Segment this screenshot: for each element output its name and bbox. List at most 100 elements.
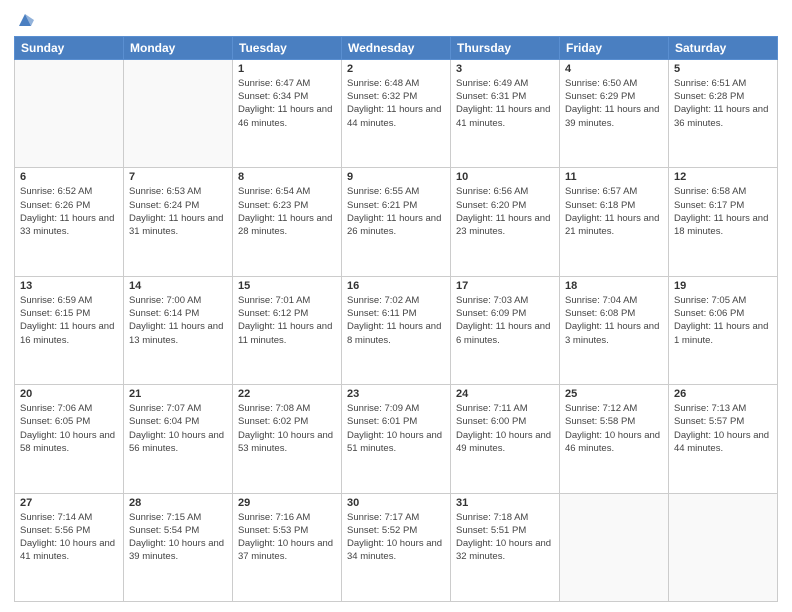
day-number: 31 <box>456 497 554 509</box>
calendar-cell: 12 Sunrise: 6:58 AMSunset: 6:17 PMDayligh… <box>669 168 778 276</box>
calendar-week-3: 13 Sunrise: 6:59 AMSunset: 6:15 PMDayligh… <box>15 276 778 384</box>
col-header-thursday: Thursday <box>451 36 560 59</box>
day-info: Sunrise: 7:18 AMSunset: 5:51 PMDaylight:… <box>456 511 554 564</box>
day-info: Sunrise: 7:05 AMSunset: 6:06 PMDaylight:… <box>674 294 772 347</box>
calendar-cell: 14 Sunrise: 7:00 AMSunset: 6:14 PMDayligh… <box>124 276 233 384</box>
day-number: 29 <box>238 497 336 509</box>
day-info: Sunrise: 6:48 AMSunset: 6:32 PMDaylight:… <box>347 77 445 130</box>
calendar-cell: 5Sunrise: 6:51 AMSunset: 6:28 PMDaylight… <box>669 59 778 167</box>
day-number: 16 <box>347 280 445 292</box>
logo-icon <box>16 11 34 29</box>
calendar-cell: 1 Sunrise: 6:47 AMSunset: 6:34 PMDaylight… <box>233 59 342 167</box>
calendar-cell: 30Sunrise: 7:17 AMSunset: 5:52 PMDayligh… <box>342 493 451 601</box>
calendar-cell: 25 Sunrise: 7:12 AMSunset: 5:58 PMDayligh… <box>560 385 669 493</box>
col-header-friday: Friday <box>560 36 669 59</box>
calendar-cell: 4 Sunrise: 6:50 AMSunset: 6:29 PMDaylight… <box>560 59 669 167</box>
col-header-sunday: Sunday <box>15 36 124 59</box>
col-header-wednesday: Wednesday <box>342 36 451 59</box>
day-info: Sunrise: 7:16 AMSunset: 5:53 PMDaylight:… <box>238 511 336 564</box>
logo <box>14 10 34 28</box>
day-number: 25 <box>565 388 663 400</box>
day-number: 7 <box>129 171 227 183</box>
calendar-cell: 28 Sunrise: 7:15 AMSunset: 5:54 PMDayligh… <box>124 493 233 601</box>
day-number: 20 <box>20 388 118 400</box>
calendar-cell: 20 Sunrise: 7:06 AMSunset: 6:05 PMDayligh… <box>15 385 124 493</box>
calendar-week-4: 20 Sunrise: 7:06 AMSunset: 6:05 PMDayligh… <box>15 385 778 493</box>
day-info: Sunrise: 7:00 AMSunset: 6:14 PMDaylight:… <box>129 294 227 347</box>
calendar-cell: 10 Sunrise: 6:56 AMSunset: 6:20 PMDayligh… <box>451 168 560 276</box>
day-number: 4 <box>565 63 663 75</box>
day-info: Sunrise: 6:52 AMSunset: 6:26 PMDaylight:… <box>20 185 118 238</box>
logo-text <box>14 10 34 30</box>
calendar-cell <box>669 493 778 601</box>
day-number: 3 <box>456 63 554 75</box>
calendar-cell <box>560 493 669 601</box>
day-number: 10 <box>456 171 554 183</box>
day-info: Sunrise: 6:51 AMSunset: 6:28 PMDaylight:… <box>674 77 772 130</box>
calendar-cell: 7 Sunrise: 6:53 AMSunset: 6:24 PMDaylight… <box>124 168 233 276</box>
day-number: 22 <box>238 388 336 400</box>
calendar-cell: 13 Sunrise: 6:59 AMSunset: 6:15 PMDayligh… <box>15 276 124 384</box>
day-info: Sunrise: 7:03 AMSunset: 6:09 PMDaylight:… <box>456 294 554 347</box>
day-info: Sunrise: 7:12 AMSunset: 5:58 PMDaylight:… <box>565 402 663 455</box>
calendar-cell: 21 Sunrise: 7:07 AMSunset: 6:04 PMDayligh… <box>124 385 233 493</box>
calendar-cell: 2 Sunrise: 6:48 AMSunset: 6:32 PMDaylight… <box>342 59 451 167</box>
day-number: 15 <box>238 280 336 292</box>
page: SundayMondayTuesdayWednesdayThursdayFrid… <box>0 0 792 612</box>
day-number: 8 <box>238 171 336 183</box>
calendar-cell: 26 Sunrise: 7:13 AMSunset: 5:57 PMDayligh… <box>669 385 778 493</box>
day-number: 11 <box>565 171 663 183</box>
day-number: 13 <box>20 280 118 292</box>
calendar-cell: 9Sunrise: 6:55 AMSunset: 6:21 PMDaylight… <box>342 168 451 276</box>
day-info: Sunrise: 6:50 AMSunset: 6:29 PMDaylight:… <box>565 77 663 130</box>
day-number: 23 <box>347 388 445 400</box>
calendar-cell: 22Sunrise: 7:08 AMSunset: 6:02 PMDayligh… <box>233 385 342 493</box>
day-number: 26 <box>674 388 772 400</box>
col-header-saturday: Saturday <box>669 36 778 59</box>
day-number: 24 <box>456 388 554 400</box>
day-number: 12 <box>674 171 772 183</box>
day-info: Sunrise: 6:59 AMSunset: 6:15 PMDaylight:… <box>20 294 118 347</box>
day-number: 1 <box>238 63 336 75</box>
day-info: Sunrise: 6:56 AMSunset: 6:20 PMDaylight:… <box>456 185 554 238</box>
calendar-cell: 17 Sunrise: 7:03 AMSunset: 6:09 PMDayligh… <box>451 276 560 384</box>
day-number: 6 <box>20 171 118 183</box>
day-number: 28 <box>129 497 227 509</box>
day-number: 30 <box>347 497 445 509</box>
day-number: 27 <box>20 497 118 509</box>
day-info: Sunrise: 6:53 AMSunset: 6:24 PMDaylight:… <box>129 185 227 238</box>
calendar-header-row: SundayMondayTuesdayWednesdayThursdayFrid… <box>15 36 778 59</box>
calendar-cell: 15 Sunrise: 7:01 AMSunset: 6:12 PMDayligh… <box>233 276 342 384</box>
day-info: Sunrise: 6:58 AMSunset: 6:17 PMDaylight:… <box>674 185 772 238</box>
calendar-week-1: 1 Sunrise: 6:47 AMSunset: 6:34 PMDaylight… <box>15 59 778 167</box>
day-info: Sunrise: 7:13 AMSunset: 5:57 PMDaylight:… <box>674 402 772 455</box>
calendar-cell: 31 Sunrise: 7:18 AMSunset: 5:51 PMDayligh… <box>451 493 560 601</box>
day-number: 17 <box>456 280 554 292</box>
calendar-cell: 11Sunrise: 6:57 AMSunset: 6:18 PMDayligh… <box>560 168 669 276</box>
day-info: Sunrise: 6:55 AMSunset: 6:21 PMDaylight:… <box>347 185 445 238</box>
calendar-cell: 23 Sunrise: 7:09 AMSunset: 6:01 PMDayligh… <box>342 385 451 493</box>
day-info: Sunrise: 7:11 AMSunset: 6:00 PMDaylight:… <box>456 402 554 455</box>
day-number: 14 <box>129 280 227 292</box>
col-header-tuesday: Tuesday <box>233 36 342 59</box>
day-info: Sunrise: 6:49 AMSunset: 6:31 PMDaylight:… <box>456 77 554 130</box>
day-info: Sunrise: 6:47 AMSunset: 6:34 PMDaylight:… <box>238 77 336 130</box>
day-info: Sunrise: 7:06 AMSunset: 6:05 PMDaylight:… <box>20 402 118 455</box>
calendar-cell: 8 Sunrise: 6:54 AMSunset: 6:23 PMDaylight… <box>233 168 342 276</box>
day-info: Sunrise: 6:54 AMSunset: 6:23 PMDaylight:… <box>238 185 336 238</box>
day-number: 2 <box>347 63 445 75</box>
day-info: Sunrise: 7:02 AMSunset: 6:11 PMDaylight:… <box>347 294 445 347</box>
calendar-cell <box>124 59 233 167</box>
calendar-week-2: 6 Sunrise: 6:52 AMSunset: 6:26 PMDaylight… <box>15 168 778 276</box>
day-info: Sunrise: 7:07 AMSunset: 6:04 PMDaylight:… <box>129 402 227 455</box>
day-number: 21 <box>129 388 227 400</box>
day-info: Sunrise: 7:01 AMSunset: 6:12 PMDaylight:… <box>238 294 336 347</box>
calendar-cell: 27Sunrise: 7:14 AMSunset: 5:56 PMDayligh… <box>15 493 124 601</box>
day-info: Sunrise: 7:04 AMSunset: 6:08 PMDaylight:… <box>565 294 663 347</box>
header <box>14 10 778 28</box>
day-info: Sunrise: 7:09 AMSunset: 6:01 PMDaylight:… <box>347 402 445 455</box>
calendar-cell: 3 Sunrise: 6:49 AMSunset: 6:31 PMDaylight… <box>451 59 560 167</box>
day-number: 19 <box>674 280 772 292</box>
day-info: Sunrise: 7:15 AMSunset: 5:54 PMDaylight:… <box>129 511 227 564</box>
calendar-cell: 18Sunrise: 7:04 AMSunset: 6:08 PMDayligh… <box>560 276 669 384</box>
